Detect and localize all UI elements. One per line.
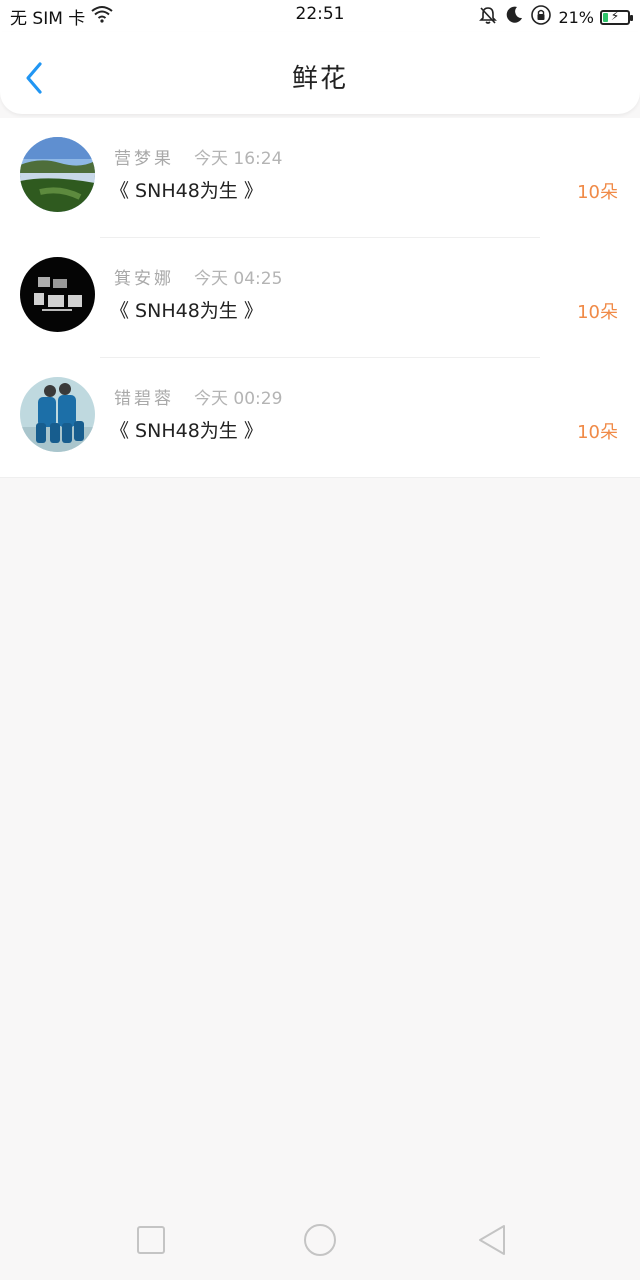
list-item[interactable]: 箕安娜 今天 04:25 《 SNH48为生 》 10朵	[0, 238, 640, 358]
circle-icon	[302, 1224, 338, 1262]
status-bar: 无 SIM 卡 22:51 21% ⚡	[0, 0, 640, 32]
flower-count: 10朵	[577, 422, 618, 443]
system-nav-bar	[0, 1208, 640, 1280]
triangle-back-icon	[474, 1225, 510, 1262]
avatar[interactable]	[20, 137, 95, 212]
flower-count: 10朵	[577, 302, 618, 323]
list-item[interactable]: 错碧蓉 今天 00:29 《 SNH48为生 》 10朵	[0, 358, 640, 478]
sender-name: 错碧蓉	[114, 389, 174, 409]
item-content: 《 SNH48为生 》	[110, 420, 263, 442]
bell-muted-icon	[478, 5, 498, 29]
flower-count: 10朵	[577, 182, 618, 203]
page-header: 鲜花	[0, 32, 640, 114]
moon-icon	[504, 5, 524, 29]
recent-apps-button[interactable]	[133, 1222, 169, 1258]
home-button[interactable]	[302, 1222, 338, 1258]
battery-percent: 21%	[558, 7, 594, 27]
item-content: 《 SNH48为生 》	[110, 180, 263, 202]
send-time: 今天 00:29	[194, 389, 283, 409]
sender-name: 箕安娜	[114, 269, 174, 289]
send-time: 今天 16:24	[194, 149, 283, 169]
flower-list: 营梦果 今天 16:24 《 SNH48为生 》 10朵 箕安娜 今天 04:2…	[0, 118, 640, 478]
avatar[interactable]	[20, 257, 95, 332]
battery-icon: ⚡	[600, 9, 633, 25]
send-time: 今天 04:25	[194, 269, 283, 289]
back-nav-button[interactable]	[474, 1222, 510, 1258]
avatar[interactable]	[20, 377, 95, 452]
item-content: 《 SNH48为生 》	[110, 300, 263, 322]
square-icon	[133, 1226, 169, 1262]
divider	[0, 477, 640, 478]
sender-name: 营梦果	[114, 149, 174, 169]
list-item[interactable]: 营梦果 今天 16:24 《 SNH48为生 》 10朵	[0, 118, 640, 238]
page-title: 鲜花	[291, 64, 348, 94]
rotation-lock-icon	[530, 4, 552, 30]
